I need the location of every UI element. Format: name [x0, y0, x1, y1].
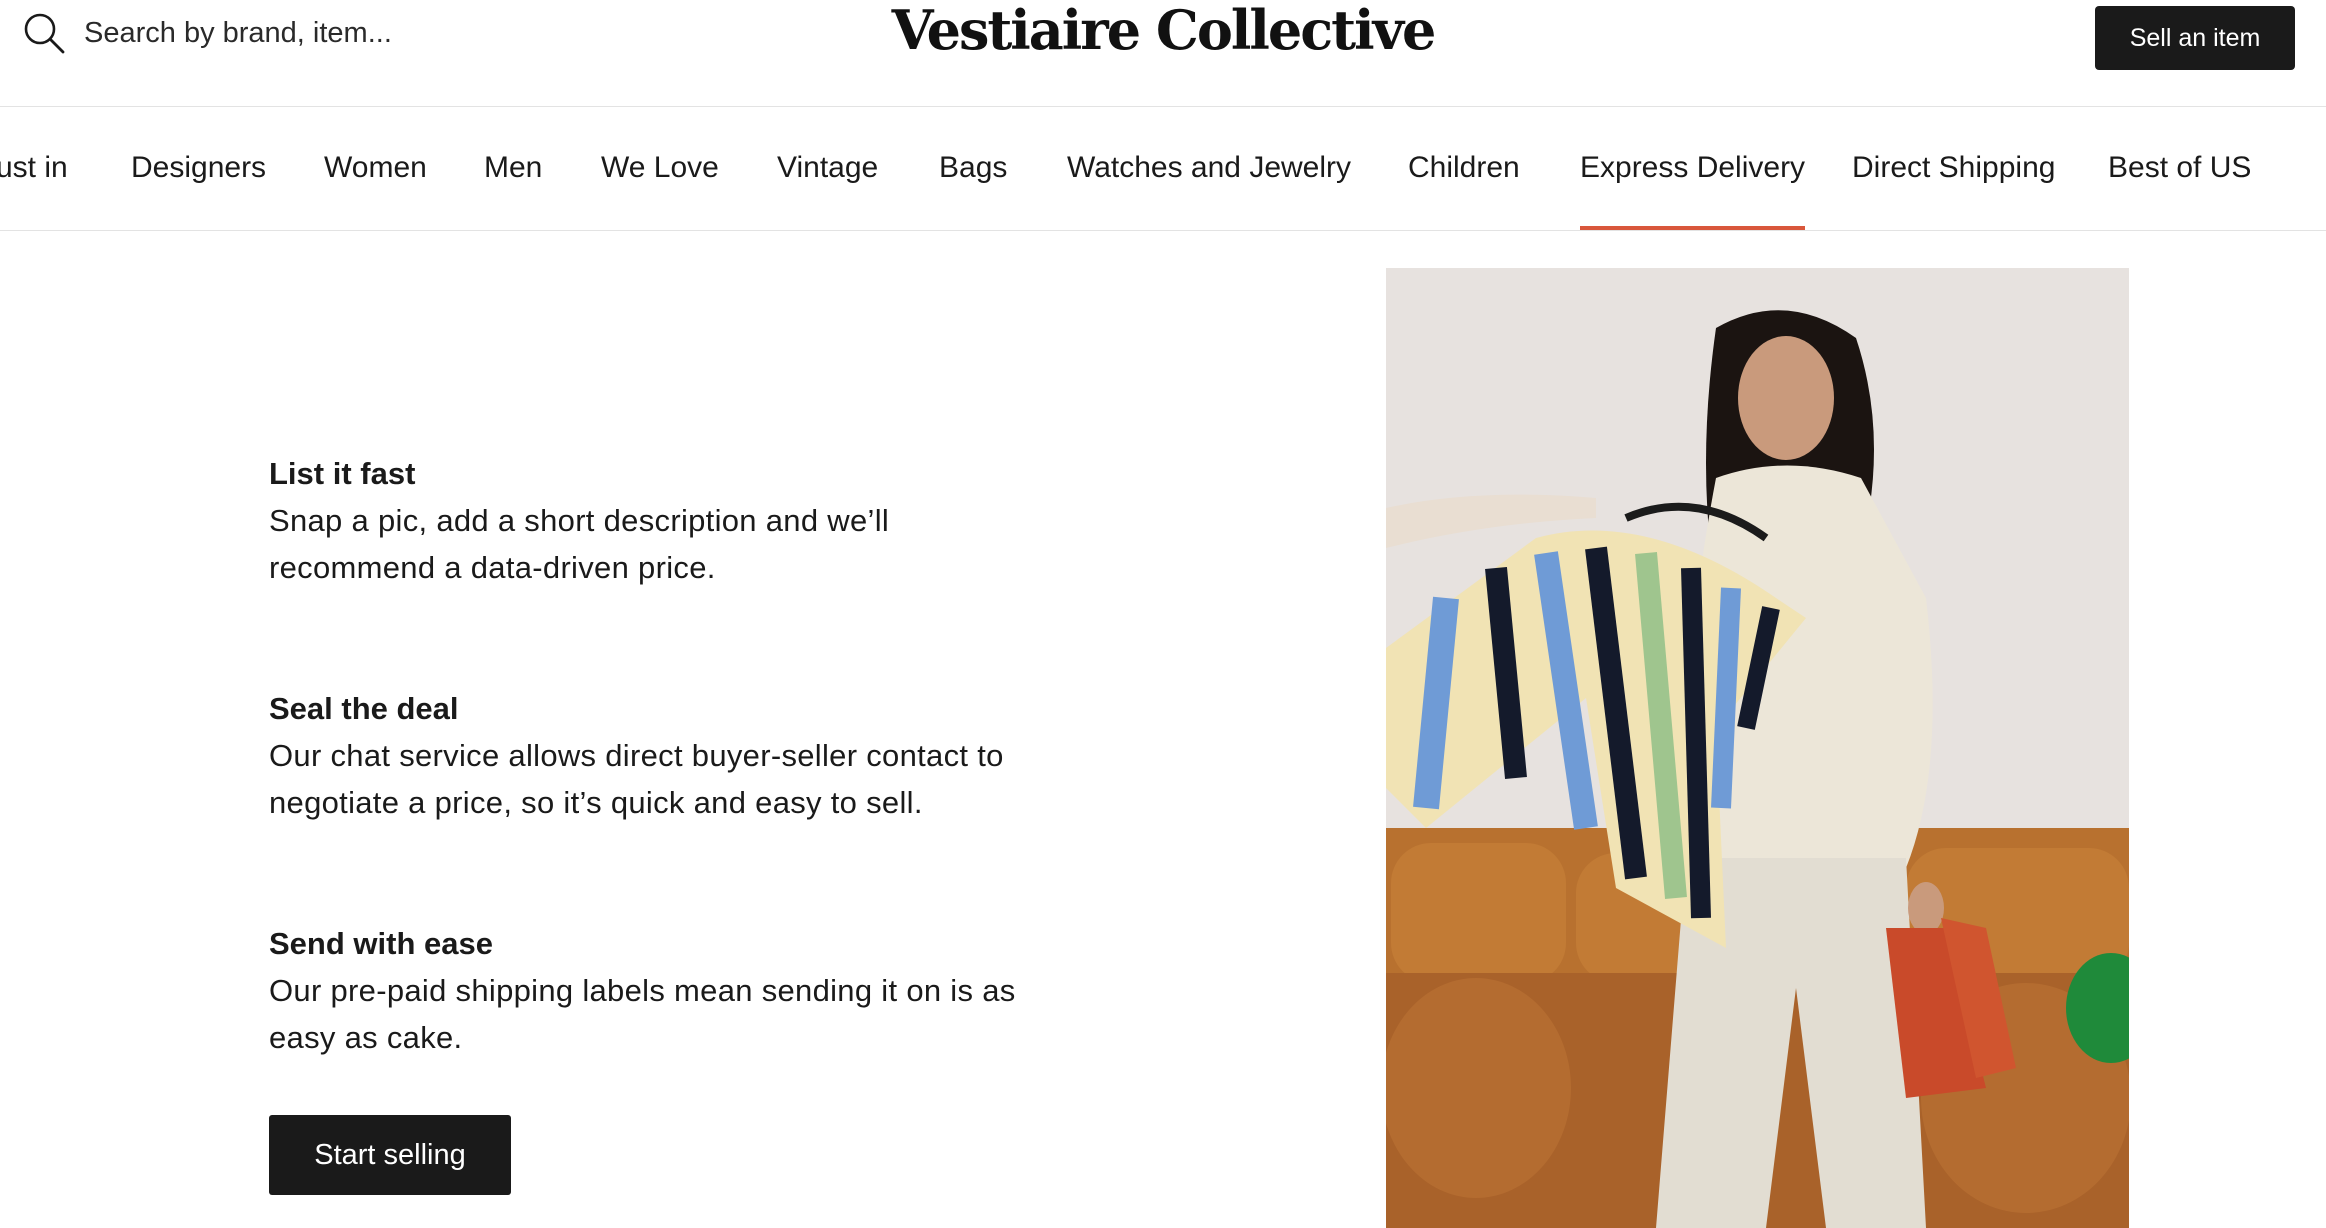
start-selling-button[interactable]: Start selling	[269, 1115, 511, 1195]
feature-description-line: negotiate a price, so it’s quick and eas…	[269, 785, 923, 820]
feature-description-line: Snap a pic, add a short description and …	[269, 503, 890, 538]
site-header: Vestiaire Collective Sell an item	[0, 0, 2326, 107]
feature-description-line: Our pre-paid shipping labels mean sendin…	[269, 973, 1016, 1008]
feature-list-it-fast: List it fast Snap a pic, add a short des…	[269, 450, 1109, 591]
hero-photo	[1386, 268, 2129, 1228]
nav-item-best-of-us[interactable]: Best of US	[2108, 106, 2251, 230]
feature-description-line: easy as cake.	[269, 1020, 463, 1055]
main-nav: ust in Designers Women Men We Love Vinta…	[0, 106, 2326, 231]
feature-title: Send with ease	[269, 926, 493, 961]
feature-title: Seal the deal	[269, 691, 459, 726]
nav-item-men[interactable]: Men	[484, 106, 542, 230]
nav-item-watches-and-jewelry[interactable]: Watches and Jewelry	[1067, 106, 1351, 230]
nav-item-express-delivery[interactable]: Express Delivery	[1580, 106, 1806, 230]
nav-item-designers[interactable]: Designers	[131, 106, 266, 230]
nav-item-women[interactable]: Women	[324, 106, 427, 230]
selling-features: List it fast Snap a pic, add a short des…	[269, 450, 1109, 1061]
nav-item-we-love[interactable]: We Love	[601, 106, 719, 230]
nav-item-vintage[interactable]: Vintage	[777, 106, 878, 230]
site-logo[interactable]: Vestiaire Collective	[0, 0, 2326, 62]
sell-an-item-button[interactable]: Sell an item	[2095, 6, 2295, 70]
nav-item-bags[interactable]: Bags	[939, 106, 1007, 230]
feature-description-line: Our chat service allows direct buyer-sel…	[269, 738, 1004, 773]
feature-description-line: recommend a data-driven price.	[269, 550, 716, 585]
nav-item-direct-shipping[interactable]: Direct Shipping	[1852, 106, 2055, 230]
nav-item-just-in[interactable]: ust in	[0, 106, 68, 230]
feature-seal-the-deal: Seal the deal Our chat service allows di…	[269, 685, 1109, 826]
nav-item-children[interactable]: Children	[1408, 106, 1520, 230]
feature-send-with-ease: Send with ease Our pre-paid shipping lab…	[269, 920, 1109, 1061]
feature-title: List it fast	[269, 456, 416, 491]
